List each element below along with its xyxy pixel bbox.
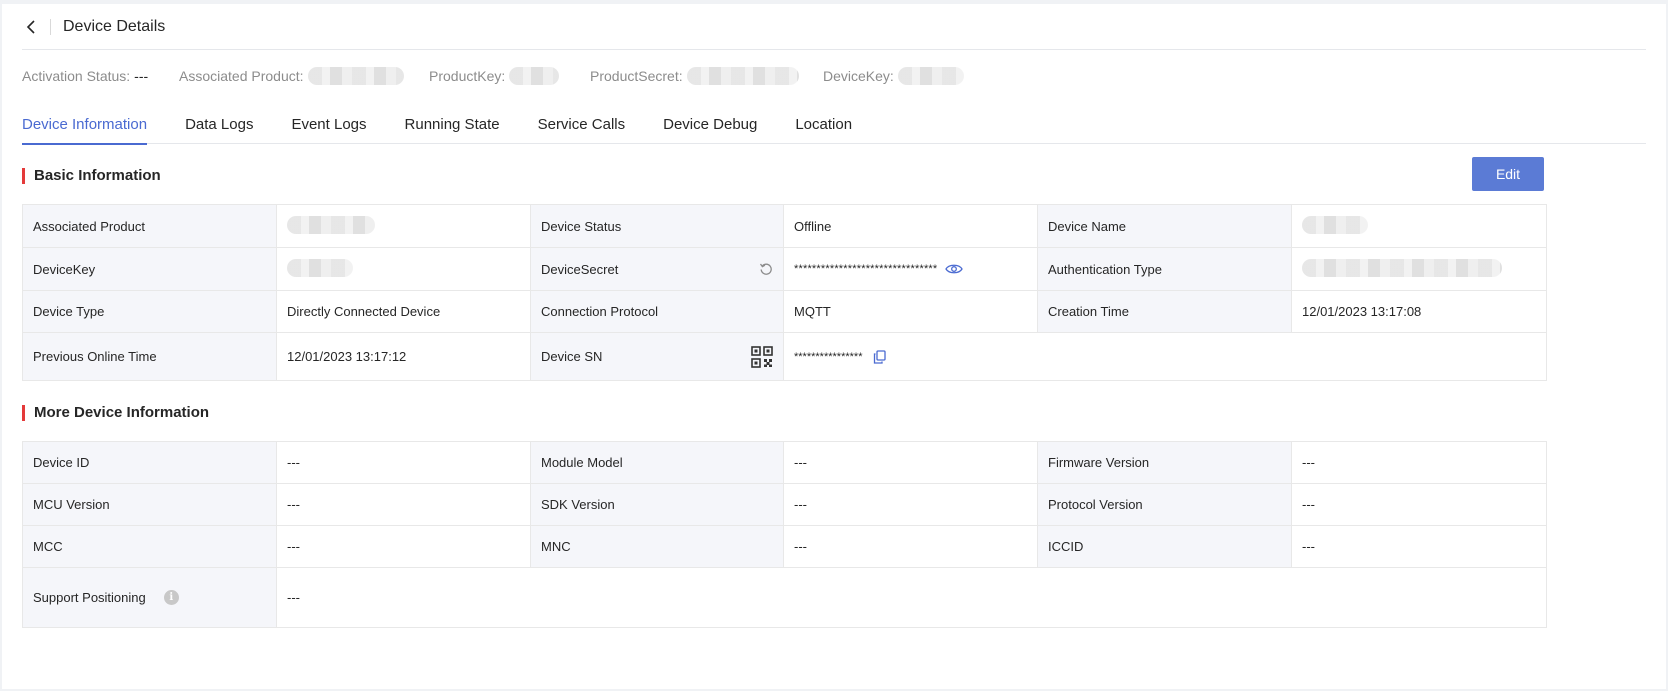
module-model-label: Module Model (530, 441, 784, 484)
refresh-icon[interactable] (759, 262, 773, 276)
associated-product-summary-label: Associated Product: (179, 68, 304, 84)
tab-event-logs[interactable]: Event Logs (291, 104, 366, 144)
basic-information-table: Associated Product Device Status Offline… (22, 204, 1547, 381)
page-header: Device Details (22, 4, 1646, 50)
product-key-summary-label: ProductKey: (429, 68, 506, 84)
edit-button[interactable]: Edit (1472, 157, 1544, 191)
auth-type-label: Authentication Type (1037, 247, 1292, 291)
header-divider (50, 18, 51, 35)
redacted-value (1302, 215, 1368, 234)
activation-status-value: --- (134, 68, 149, 84)
previous-online-time-value: 12/01/2023 13:17:12 (276, 332, 531, 381)
iccid-label: ICCID (1037, 525, 1292, 568)
device-key-label: DeviceKey (22, 247, 277, 291)
info-icon[interactable]: i (163, 590, 179, 605)
copy-icon[interactable] (873, 349, 886, 364)
firmware-version-value: --- (1291, 441, 1547, 484)
basic-information-title: Basic Information (22, 168, 161, 184)
mcu-version-value: --- (276, 483, 531, 526)
support-positioning-value: --- (276, 567, 1547, 628)
more-device-information-table: Device ID --- Module Model --- Firmware … (22, 441, 1547, 628)
support-positioning-label: Support Positioning (33, 590, 146, 605)
page-title: Device Details (63, 17, 166, 35)
chevron-left-icon[interactable] (22, 18, 40, 36)
auth-type-value (1291, 247, 1547, 291)
tab-device-information[interactable]: Device Information (22, 104, 148, 145)
protocol-version-label: Protocol Version (1037, 483, 1292, 526)
redacted-value (509, 67, 560, 85)
tab-location[interactable]: Location (795, 104, 852, 144)
redacted-value (307, 67, 404, 85)
firmware-version-label: Firmware Version (1037, 441, 1292, 484)
table-row: MCC --- MNC --- ICCID --- (22, 525, 1547, 568)
mcc-label: MCC (22, 525, 277, 568)
sdk-version-label: SDK Version (530, 483, 784, 526)
iccid-value: --- (1291, 525, 1547, 568)
device-id-value: --- (276, 441, 531, 484)
table-row: Support Positioning i --- (22, 567, 1547, 628)
tab-running-state[interactable]: Running State (405, 104, 500, 144)
device-name-value (1291, 204, 1547, 248)
device-sn-label-cell: Device SN (530, 332, 784, 381)
device-sn-value: **************** (794, 350, 863, 363)
tab-service-calls[interactable]: Service Calls (538, 104, 626, 144)
protocol-version-value: --- (1291, 483, 1547, 526)
associated-product-label: Associated Product (22, 204, 277, 248)
device-sn-label: Device SN (541, 349, 603, 364)
module-model-value: --- (783, 441, 1038, 484)
activation-status-label: Activation Status: (22, 68, 131, 84)
mnc-value: --- (783, 525, 1038, 568)
table-row: Previous Online Time 12/01/2023 13:17:12… (22, 332, 1547, 381)
device-status-value: Offline (783, 204, 1038, 248)
table-row: Device Type Directly Connected Device Co… (22, 290, 1547, 333)
device-secret-label-cell: DeviceSecret (530, 247, 784, 291)
table-row: DeviceKey DeviceSecret *****************… (22, 247, 1547, 291)
device-key-summary: DeviceKey: (823, 67, 964, 85)
creation-time-label: Creation Time (1037, 290, 1292, 333)
device-key-summary-label: DeviceKey: (823, 68, 894, 84)
device-details-page: Device Details Activation Status: --- As… (2, 4, 1666, 689)
redacted-value (287, 215, 375, 234)
table-row: MCU Version --- SDK Version --- Protocol… (22, 483, 1547, 526)
redacted-value (287, 258, 353, 277)
product-secret-summary-label: ProductSecret: (590, 68, 683, 84)
tab-device-debug[interactable]: Device Debug (663, 104, 757, 144)
connection-protocol-value: MQTT (783, 290, 1038, 333)
eye-icon[interactable] (945, 263, 964, 275)
sdk-version-value: --- (783, 483, 1038, 526)
device-id-label: Device ID (22, 441, 277, 484)
associated-product-value (276, 204, 531, 248)
creation-time-value: 12/01/2023 13:17:08 (1291, 290, 1547, 333)
product-key-summary: ProductKey: (429, 67, 590, 85)
device-secret-value-cell: ******************************** (783, 247, 1038, 291)
device-summary-bar: Activation Status: --- Associated Produc… (22, 64, 1646, 88)
device-secret-label: DeviceSecret (541, 261, 619, 277)
device-sn-value-cell: **************** (783, 332, 1547, 381)
tab-bar: Device Information Data Logs Event Logs … (22, 104, 1646, 145)
device-secret-value: ******************************** (794, 263, 938, 275)
device-type-label: Device Type (22, 290, 277, 333)
redacted-value (686, 67, 799, 85)
previous-online-time-label: Previous Online Time (22, 332, 277, 381)
tab-data-logs[interactable]: Data Logs (185, 104, 253, 144)
more-device-information-title: More Device Information (22, 405, 209, 421)
device-type-value: Directly Connected Device (276, 290, 531, 333)
connection-protocol-label: Connection Protocol (530, 290, 784, 333)
device-key-value (276, 247, 531, 291)
table-row: Associated Product Device Status Offline… (22, 204, 1547, 248)
activation-status: Activation Status: --- (22, 68, 179, 84)
mcu-version-label: MCU Version (22, 483, 277, 526)
mnc-label: MNC (530, 525, 784, 568)
qr-code-icon[interactable] (751, 345, 773, 368)
table-row: Device ID --- Module Model --- Firmware … (22, 441, 1547, 484)
device-name-label: Device Name (1037, 204, 1292, 248)
support-positioning-label-cell: Support Positioning i (22, 567, 277, 628)
mcc-value: --- (276, 525, 531, 568)
device-status-label: Device Status (530, 204, 784, 248)
product-secret-summary: ProductSecret: (590, 67, 823, 85)
associated-product-summary: Associated Product: (179, 67, 429, 85)
redacted-value (1302, 258, 1502, 277)
redacted-value (897, 67, 964, 85)
